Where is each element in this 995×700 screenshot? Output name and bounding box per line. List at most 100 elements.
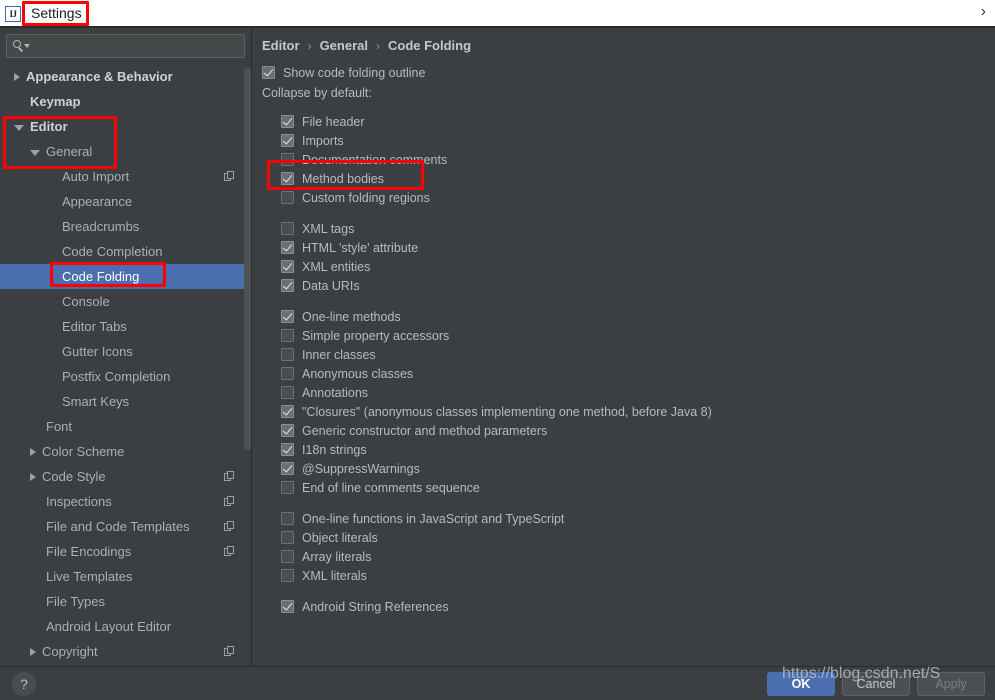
checkbox[interactable] <box>281 600 294 613</box>
checkbox[interactable] <box>281 134 294 147</box>
option-html-style-attribute[interactable]: HTML 'style' attribute <box>281 238 995 257</box>
sidebar-item-keymap[interactable]: Keymap <box>0 89 251 114</box>
chevron-right-icon[interactable] <box>30 647 36 656</box>
copy-settings-icon[interactable] <box>224 171 235 182</box>
cancel-button[interactable]: Cancel <box>842 672 910 696</box>
sidebar-item-appearance-behavior[interactable]: Appearance & Behavior <box>0 64 251 89</box>
sidebar-item-code-style[interactable]: Code Style <box>0 464 251 489</box>
option-i18n-strings[interactable]: I18n strings <box>281 440 995 459</box>
checkbox[interactable] <box>281 153 294 166</box>
sidebar-item-gutter-icons[interactable]: Gutter Icons <box>0 339 251 364</box>
checkbox[interactable] <box>281 462 294 475</box>
option-file-header[interactable]: File header <box>281 112 995 131</box>
chevron-down-icon[interactable] <box>30 149 40 156</box>
checkbox[interactable] <box>281 424 294 437</box>
option-one-line-methods[interactable]: One-line methods <box>281 307 995 326</box>
sidebar-item-appearance[interactable]: Appearance <box>0 189 251 214</box>
search-input[interactable] <box>30 39 244 53</box>
option-xml-literals[interactable]: XML literals <box>281 566 995 585</box>
option-closures-anonymous-classes-implementing-[interactable]: "Closures" (anonymous classes implementi… <box>281 402 995 421</box>
breadcrumb-segment[interactable]: General <box>320 38 368 53</box>
copy-settings-icon[interactable] <box>224 471 235 482</box>
sidebar-item-code-completion[interactable]: Code Completion <box>0 239 251 264</box>
option-label: XML literals <box>302 568 367 583</box>
copy-settings-icon[interactable] <box>224 646 235 657</box>
checkbox[interactable] <box>281 115 294 128</box>
apply-button[interactable]: Apply <box>917 672 985 696</box>
checkbox[interactable] <box>281 310 294 323</box>
checkbox[interactable] <box>281 512 294 525</box>
sidebar-item-file-encodings[interactable]: File Encodings <box>0 539 251 564</box>
chevron-down-icon[interactable] <box>14 124 24 131</box>
sidebar-item-file-types[interactable]: File Types <box>0 589 251 614</box>
checkbox[interactable] <box>281 222 294 235</box>
option-end-of-line-comments-sequence[interactable]: End of line comments sequence <box>281 478 995 497</box>
option-array-literals[interactable]: Array literals <box>281 547 995 566</box>
sidebar-item-editor-tabs[interactable]: Editor Tabs <box>0 314 251 339</box>
option-imports[interactable]: Imports <box>281 131 995 150</box>
option-annotations[interactable]: Annotations <box>281 383 995 402</box>
breadcrumb-segment[interactable]: Code Folding <box>388 38 471 53</box>
option-label: HTML 'style' attribute <box>302 240 419 255</box>
checkbox[interactable] <box>281 386 294 399</box>
sidebar-item-copyright[interactable]: Copyright <box>0 639 251 664</box>
sidebar-item-postfix-completion[interactable]: Postfix Completion <box>0 364 251 389</box>
checkbox[interactable] <box>281 550 294 563</box>
sidebar-item-code-folding[interactable]: Code Folding <box>0 264 251 289</box>
checkbox[interactable] <box>281 172 294 185</box>
checkbox[interactable] <box>281 443 294 456</box>
option-xml-tags[interactable]: XML tags <box>281 219 995 238</box>
sidebar-item-inspections[interactable]: Inspections <box>0 489 251 514</box>
checkbox[interactable] <box>281 367 294 380</box>
sidebar-item-smart-keys[interactable]: Smart Keys <box>0 389 251 414</box>
chevron-right-icon[interactable] <box>30 447 36 456</box>
chevron-right-icon[interactable] <box>30 472 36 481</box>
copy-settings-icon[interactable] <box>224 496 235 507</box>
ok-button[interactable]: OK <box>767 672 835 696</box>
checkbox[interactable] <box>281 279 294 292</box>
sidebar-item-android-layout-editor[interactable]: Android Layout Editor <box>0 614 251 639</box>
checkbox[interactable] <box>281 481 294 494</box>
chevron-right-icon[interactable]: › <box>981 3 986 21</box>
option-data-uris[interactable]: Data URIs <box>281 276 995 295</box>
option-android-string-references[interactable]: Android String References <box>281 597 995 616</box>
sidebar-item-breadcrumbs[interactable]: Breadcrumbs <box>0 214 251 239</box>
option-suppresswarnings[interactable]: @SuppressWarnings <box>281 459 995 478</box>
copy-settings-icon[interactable] <box>224 546 235 557</box>
sidebar-item-color-scheme[interactable]: Color Scheme <box>0 439 251 464</box>
sidebar-item-editor[interactable]: Editor <box>0 114 251 139</box>
sidebar-item-live-templates[interactable]: Live Templates <box>0 564 251 589</box>
sidebar-item-general[interactable]: General <box>0 139 251 164</box>
help-icon[interactable]: ? <box>12 672 36 696</box>
sidebar-item-font[interactable]: Font <box>0 414 251 439</box>
checkbox[interactable] <box>281 241 294 254</box>
sidebar-item-console[interactable]: Console <box>0 289 251 314</box>
checkbox-show-code-folding-outline[interactable] <box>262 66 275 79</box>
option-custom-folding-regions[interactable]: Custom folding regions <box>281 188 995 207</box>
checkbox[interactable] <box>281 569 294 582</box>
option-xml-entities[interactable]: XML entities <box>281 257 995 276</box>
search-box[interactable] <box>6 34 245 58</box>
copy-settings-icon[interactable] <box>224 521 235 532</box>
sidebar-item-auto-import[interactable]: Auto Import <box>0 164 251 189</box>
sidebar-item-file-and-code-templates[interactable]: File and Code Templates <box>0 514 251 539</box>
option-method-bodies[interactable]: Method bodies <box>281 169 995 188</box>
checkbox[interactable] <box>281 191 294 204</box>
option-object-literals[interactable]: Object literals <box>281 528 995 547</box>
checkbox[interactable] <box>281 405 294 418</box>
checkbox[interactable] <box>281 348 294 361</box>
option-simple-property-accessors[interactable]: Simple property accessors <box>281 326 995 345</box>
option-inner-classes[interactable]: Inner classes <box>281 345 995 364</box>
sidebar-scrollbar[interactable] <box>244 68 251 450</box>
breadcrumb-segment[interactable]: Editor <box>262 38 300 53</box>
option-one-line-functions-in-javascript-and-typ[interactable]: One-line functions in JavaScript and Typ… <box>281 509 995 528</box>
breadcrumb: Editor › General › Code Folding <box>253 28 995 53</box>
option-documentation-comments[interactable]: Documentation comments <box>281 150 995 169</box>
chevron-right-icon[interactable] <box>14 72 20 81</box>
checkbox[interactable] <box>281 329 294 342</box>
checkbox[interactable] <box>281 531 294 544</box>
checkbox[interactable] <box>281 260 294 273</box>
option-anonymous-classes[interactable]: Anonymous classes <box>281 364 995 383</box>
option-show-code-folding-outline[interactable]: Show code folding outline <box>262 63 995 82</box>
option-generic-constructor-and-method-parameter[interactable]: Generic constructor and method parameter… <box>281 421 995 440</box>
